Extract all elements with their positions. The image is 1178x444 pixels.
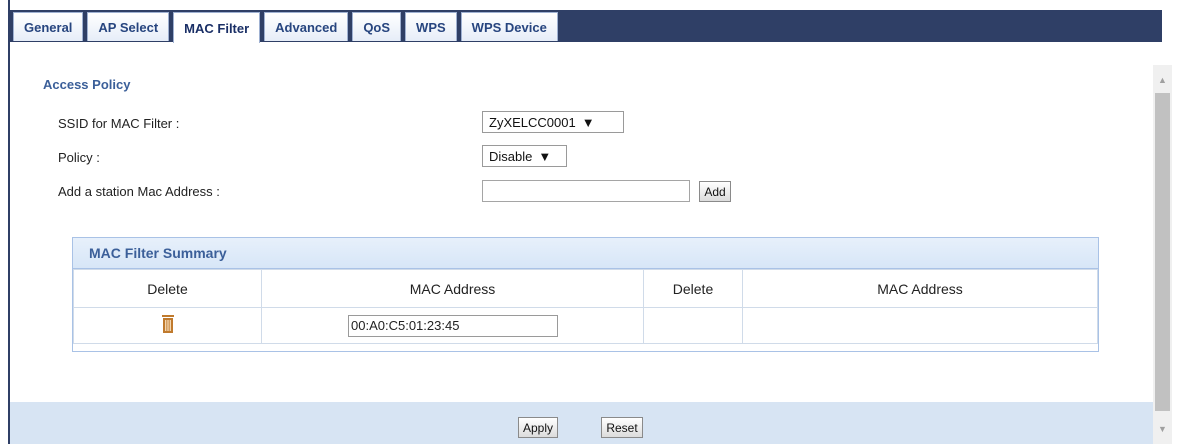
table-row: 00:A0:C5:01:23:45 xyxy=(73,307,1098,344)
chevron-down-icon: ▼ xyxy=(538,148,552,164)
chevron-down-icon: ▼ xyxy=(581,114,595,130)
col-mac-address: MAC Address xyxy=(261,269,644,308)
tab-qos[interactable]: QoS xyxy=(352,12,402,41)
footer-bar: Apply Reset xyxy=(10,402,1153,444)
mac-filter-table: Delete MAC Address Delete MAC Address 00… xyxy=(73,269,1098,344)
reset-button[interactable]: Reset xyxy=(601,417,643,438)
add-station-label: Add a station Mac Address : xyxy=(58,184,220,199)
tab-wps[interactable]: WPS xyxy=(405,12,457,41)
summary-title: MAC Filter Summary xyxy=(89,245,227,261)
trash-icon[interactable] xyxy=(161,315,175,336)
ssid-select[interactable]: ZyXELCC0001 ▼ xyxy=(482,111,624,133)
policy-value: Disable xyxy=(489,148,533,164)
mac-filter-summary: MAC Filter Summary Delete MAC Address De… xyxy=(72,237,1099,352)
col-delete: Delete xyxy=(73,269,262,308)
policy-select[interactable]: Disable ▼ xyxy=(482,145,567,167)
scroll-down-icon[interactable]: ▼ xyxy=(1158,424,1167,434)
mac-filter-panel: General AP Select MAC Filter Advanced Qo… xyxy=(8,0,1172,444)
tab-wps-device[interactable]: WPS Device xyxy=(460,12,558,41)
add-button[interactable]: Add xyxy=(699,181,731,202)
tab-ap-select[interactable]: AP Select xyxy=(87,12,170,41)
access-policy-title: Access Policy xyxy=(43,77,131,92)
mac-address-field[interactable]: 00:A0:C5:01:23:45 xyxy=(348,314,558,337)
delete-cell-empty xyxy=(643,307,743,344)
vertical-scrollbar[interactable]: ▲ ▼ xyxy=(1153,65,1172,444)
mac-address-value: 00:A0:C5:01:23:45 xyxy=(351,318,460,333)
table-header-row: Delete MAC Address Delete MAC Address xyxy=(73,269,1098,308)
delete-cell xyxy=(73,307,262,344)
tab-advanced[interactable]: Advanced xyxy=(264,12,349,41)
summary-header: MAC Filter Summary xyxy=(73,238,1098,269)
scroll-thumb[interactable] xyxy=(1155,93,1170,411)
col-delete: Delete xyxy=(643,269,743,308)
ssid-value: ZyXELCC0001 xyxy=(489,114,576,130)
tabs: General AP Select MAC Filter Advanced Qo… xyxy=(13,12,562,43)
mac-address-input[interactable] xyxy=(482,180,690,202)
tab-mac-filter[interactable]: MAC Filter xyxy=(173,12,261,43)
col-mac-address: MAC Address xyxy=(742,269,1098,308)
scroll-up-icon[interactable]: ▲ xyxy=(1158,75,1167,85)
tab-general[interactable]: General xyxy=(13,12,84,41)
mac-address-cell: 00:A0:C5:01:23:45 xyxy=(261,307,644,344)
mac-address-cell-empty xyxy=(742,307,1098,344)
policy-label: Policy : xyxy=(58,150,100,165)
ssid-label: SSID for MAC Filter : xyxy=(58,116,180,131)
apply-button[interactable]: Apply xyxy=(518,417,558,438)
